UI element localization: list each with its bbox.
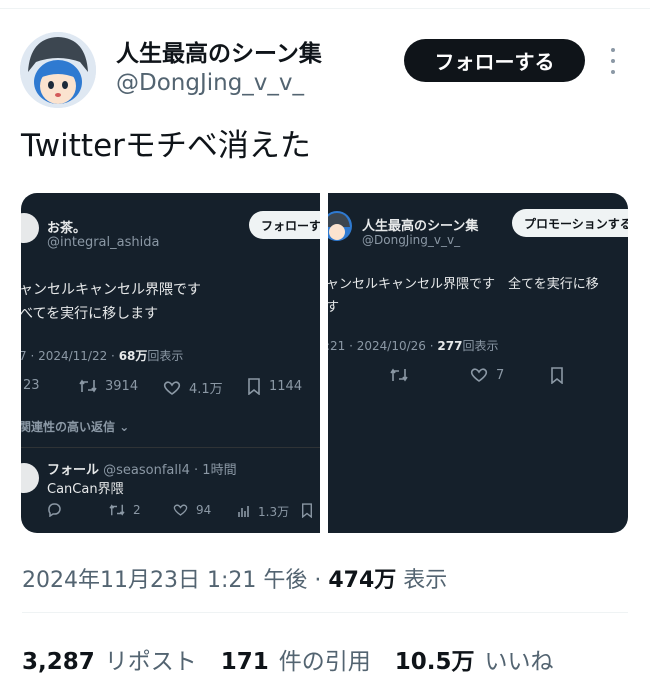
reply-count-value: 23 [23, 378, 40, 393]
embedded-avatar [328, 211, 352, 241]
reply-retweet-count: 2 [133, 503, 141, 517]
reply-views-count: 1.3万 [258, 505, 290, 519]
author-display-name[interactable]: 人生最高のシーン集 [116, 34, 322, 68]
embedded-views-label: 回表示 [147, 349, 184, 363]
like-action: 7 [470, 367, 504, 383]
embedded-author-name: お茶。 [47, 221, 87, 236]
more-options-icon[interactable] [603, 44, 623, 78]
embedded-views-label: 回表示 [462, 339, 499, 353]
embedded-tweet-line-1: ャンセルキャンセル界隈です [21, 282, 201, 298]
like-action: 4.1万 [163, 378, 223, 397]
retweet-icon [109, 504, 125, 516]
retweet-count: 3914 [105, 378, 139, 394]
reply-author: フォール @seasonfall4 · 1時間 [47, 459, 237, 478]
comment-icon [48, 503, 61, 517]
embedded-author-handle: @integral_ashida [47, 235, 160, 250]
bookmark-action: 1144 [247, 378, 302, 395]
embedded-tweet-line-2: べてを実行に移します [21, 306, 159, 322]
retweet-action: 3914 [79, 378, 138, 394]
embedded-promo-button: プロモーションする [512, 209, 628, 237]
like-count: 4.1万 [189, 382, 223, 397]
likes-label: いいね [484, 649, 554, 675]
embedded-views: 68万 [118, 349, 148, 363]
embedded-meta-time: 7 · 2024/11/22 · [21, 349, 119, 363]
retweet-action [390, 367, 408, 383]
bookmark-count: 1144 [269, 379, 303, 394]
tweet-views: 474万 [328, 568, 397, 593]
quotes-label: 件の引用 [278, 649, 371, 675]
bookmark-icon [302, 503, 312, 518]
heart-icon [173, 504, 188, 516]
embedded-tweet-line-2: す [328, 300, 340, 315]
tweet-stats: 3,287 リポスト 171 件の引用 10.5万 いいね [22, 642, 554, 676]
reply-like-action: 94 [173, 503, 211, 517]
chevron-down-icon: ⌄ [115, 420, 130, 434]
retweet-icon [390, 368, 408, 382]
author-handle[interactable]: @DongJing_v_v_ [116, 70, 304, 96]
embedded-tweet-line-1: ャンセルキャンセル界隈です 全てを実行に移 [328, 277, 599, 292]
related-replies-text: 関連性の高い返信 [21, 420, 116, 434]
quotes-count: 171 [220, 649, 269, 675]
tweet-views-label: 表示 [396, 568, 448, 593]
embedded-meta: :21 · 2024/10/26 · 277回表示 [328, 337, 498, 354]
quotes-stat[interactable]: 171 件の引用 [221, 642, 371, 676]
heart-icon [470, 368, 488, 382]
reply-retweet-action: 2 [109, 503, 141, 517]
embedded-author-name: 人生最高のシーン集 [362, 219, 479, 234]
tweet-meta: 2024年11月23日 1:21 午後 · 474万 表示 [22, 562, 447, 594]
bookmark-action [550, 367, 564, 384]
bookmark-icon [248, 378, 260, 395]
reposts-count: 3,287 [22, 649, 95, 675]
embedded-follow-button: フォローす [249, 211, 320, 239]
divider [21, 447, 320, 448]
reply-count: 23 [23, 378, 40, 393]
reposts-label: リポスト [104, 649, 197, 675]
stats-divider [22, 612, 628, 613]
tweet-image-left[interactable]: お茶。 @integral_ashida フォローす ャンセルキャンセル界隈です… [21, 193, 320, 533]
reply-bookmark-action [301, 503, 313, 518]
embedded-meta: 7 · 2024/11/22 · 68万回表示 [21, 347, 183, 364]
reply-views-action: 1.3万 [237, 503, 289, 520]
reply-author-name: フォール [47, 463, 100, 478]
embedded-author-handle: @DongJing_v_v_ [362, 233, 461, 247]
reply-handle-time: @seasonfall4 · 1時間 [103, 463, 237, 478]
reply-text: CanCan界隈 [47, 482, 124, 497]
embedded-views: 277 [437, 339, 463, 353]
related-replies-label: 関連性の高い返信 ⌄ [21, 418, 129, 435]
likes-stat[interactable]: 10.5万 いいね [395, 642, 554, 676]
analytics-icon [238, 506, 249, 517]
reposts-stat[interactable]: 3,287 リポスト [22, 642, 197, 676]
tweet-datetime[interactable]: 2024年11月23日 1:21 午後 · [22, 568, 328, 593]
tweet-image-right[interactable]: 人生最高のシーン集 @DongJing_v_v_ プロモーションする ャンセルキ… [328, 193, 628, 533]
follow-button[interactable]: フォローする [404, 39, 585, 82]
embedded-meta-time: :21 · 2024/10/26 · [328, 339, 438, 353]
avatar-partial [21, 213, 39, 243]
top-divider [0, 8, 650, 9]
like-count: 7 [496, 367, 505, 383]
reply-avatar-partial [21, 463, 39, 493]
heart-icon [163, 380, 181, 395]
tweet-text: Twitterモチベ消えた [21, 128, 311, 164]
bookmark-icon [551, 367, 563, 384]
author-avatar[interactable] [20, 32, 96, 108]
likes-count: 10.5万 [394, 649, 475, 675]
reply-like-count: 94 [196, 503, 212, 517]
reply-reply-action [47, 503, 62, 517]
retweet-icon [79, 379, 97, 393]
